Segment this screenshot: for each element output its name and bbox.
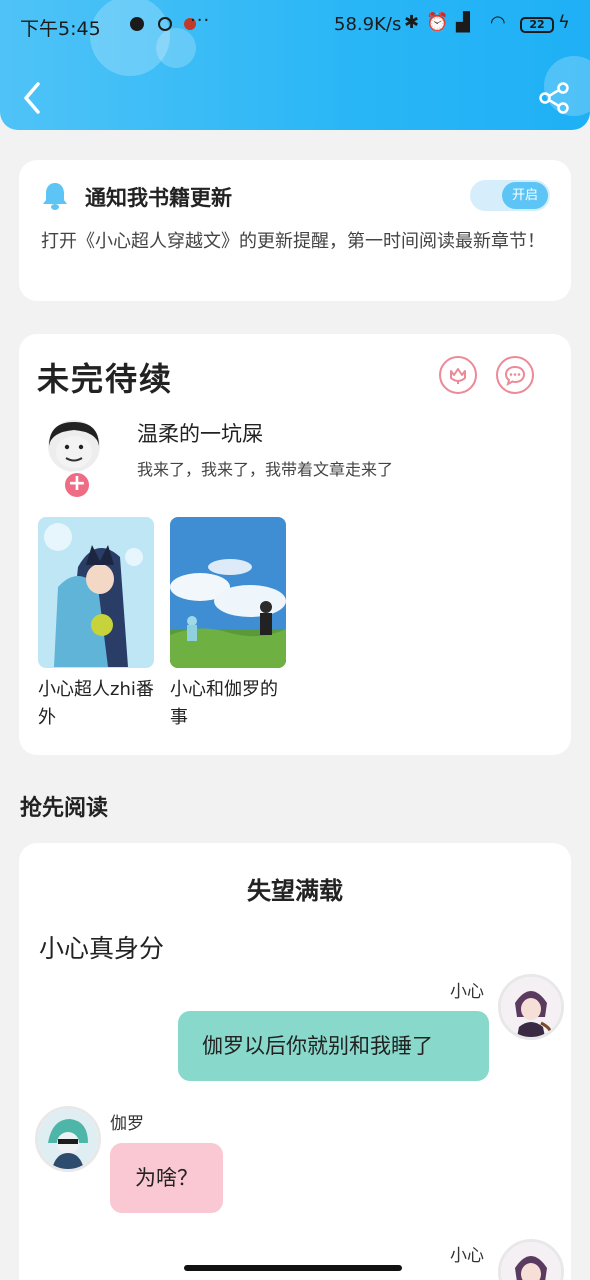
wifi-icon: ◠ xyxy=(490,12,506,33)
home-indicator[interactable] xyxy=(184,1265,402,1271)
author-motto: 我来了，我来了，我带着文章走来了 xyxy=(137,460,394,479)
sender-avatar[interactable] xyxy=(35,1106,101,1172)
notify-description: 打开《小心超人穿越文》的更新提醒，第一时间阅读最新章节！ xyxy=(41,231,545,252)
status-time: 下午5:45 xyxy=(20,18,101,40)
bluetooth-icon: ✱ xyxy=(404,12,420,33)
message-sender: 小心 xyxy=(450,982,484,1002)
chapter-title: 小心真身分 xyxy=(39,934,165,963)
toggle-label: 开启 xyxy=(502,182,548,209)
share-button[interactable] xyxy=(536,80,572,116)
update-toggle[interactable]: 开启 xyxy=(470,180,550,211)
update-notification-card: 通知我书籍更新 开启 打开《小心超人穿越文》的更新提醒，第一时间阅读最新章节！ xyxy=(19,160,571,301)
section-title: 未完待续 xyxy=(37,360,174,398)
book-item[interactable]: 小心超人zhi番外 xyxy=(38,517,154,732)
sender-avatar[interactable] xyxy=(498,974,564,1040)
flower-icon xyxy=(450,368,466,384)
book-cover[interactable] xyxy=(170,517,286,668)
message-sender: 伽罗 xyxy=(110,1114,144,1134)
chevron-left-icon xyxy=(24,82,40,114)
preview-card[interactable]: 失望满载 小心真身分 小心 伽罗以后你就别和我睡了 伽罗 为啥？ 小心 xyxy=(19,843,571,1280)
network-speed: 58.9K/s xyxy=(334,14,402,35)
author-name[interactable]: 温柔的一坑屎 xyxy=(137,418,263,448)
flower-button[interactable] xyxy=(439,356,477,394)
book-title: 小心超人zhi番外 xyxy=(38,679,154,728)
book-item[interactable]: 小心和伽罗的事 xyxy=(170,517,286,732)
author-card: 未完待续 + 温柔的一坑屎 我来了，我来了，我带着文章走来了 小心超人zhi番外… xyxy=(19,334,571,755)
signal-icon: ▟ xyxy=(456,12,470,33)
sender-avatar[interactable] xyxy=(498,1239,564,1280)
follow-button[interactable]: + xyxy=(63,471,91,499)
notify-title: 通知我书籍更新 xyxy=(85,186,232,210)
book-cover[interactable] xyxy=(38,517,154,668)
bell-icon xyxy=(39,180,71,212)
notification-icon xyxy=(130,17,144,31)
comment-button[interactable] xyxy=(496,356,534,394)
alarm-icon: ⏰ xyxy=(426,12,449,33)
notification-icon xyxy=(158,17,172,31)
share-icon xyxy=(539,82,569,114)
header-bar: 下午5:45 ··· 58.9K/s ✱ ⏰ ▟ ◠ 22 ϟ xyxy=(0,0,590,130)
battery-icon: 22 xyxy=(520,17,554,33)
message-sender: 小心 xyxy=(450,1246,484,1266)
charging-icon: ϟ xyxy=(558,12,570,33)
message-bubble[interactable]: 伽罗以后你就别和我睡了 xyxy=(178,1011,489,1081)
status-bar: 下午5:45 ··· 58.9K/s ✱ ⏰ ▟ ◠ 22 ϟ xyxy=(0,0,590,52)
chat-bubble-icon xyxy=(504,365,526,386)
message-bubble[interactable]: 为啥？ xyxy=(110,1143,223,1213)
back-button[interactable] xyxy=(18,80,48,116)
book-title: 小心和伽罗的事 xyxy=(170,679,278,728)
preview-book-title: 失望满载 xyxy=(247,877,343,905)
preview-heading: 抢先阅读 xyxy=(20,796,109,821)
more-notifications-icon: ··· xyxy=(190,10,211,31)
